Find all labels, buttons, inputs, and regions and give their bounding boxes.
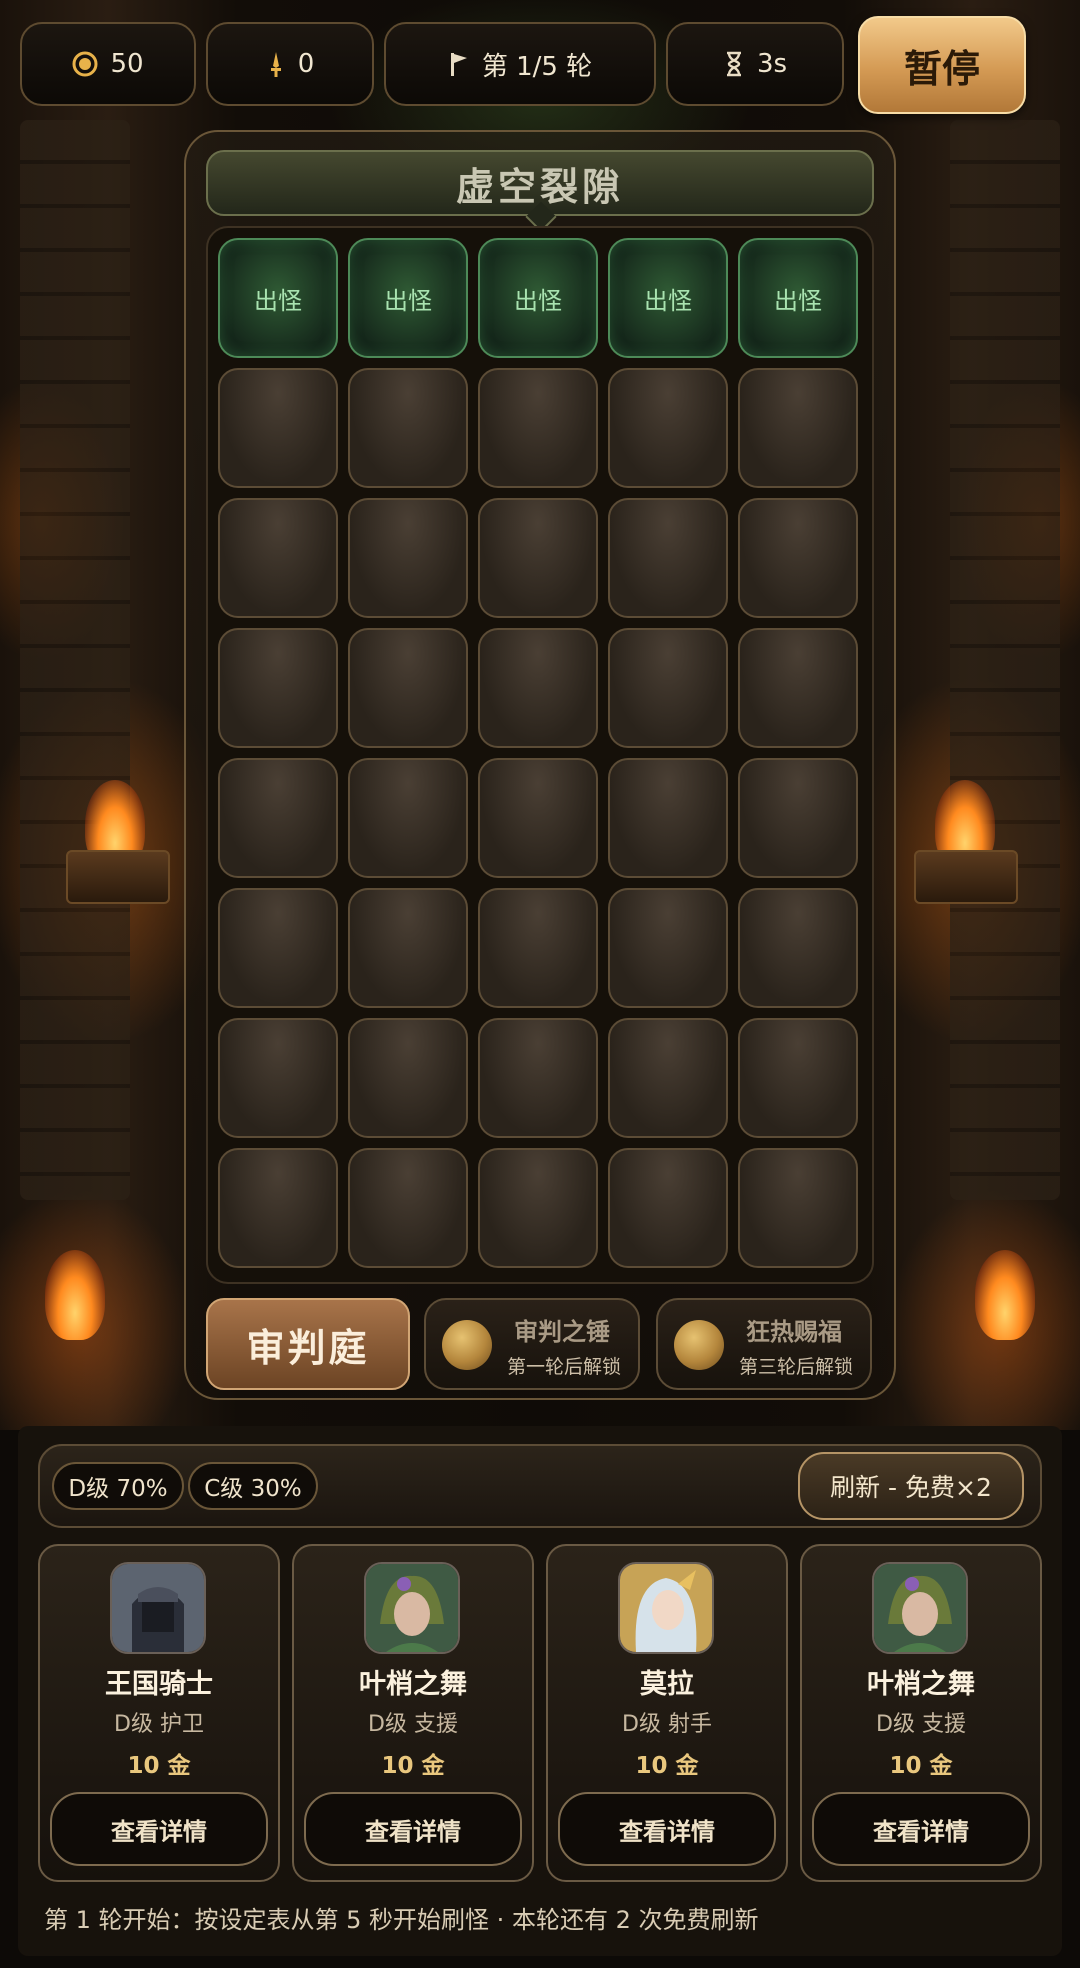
sword-icon	[270, 52, 281, 77]
status-message: 第 1 轮开始：按设定表从第 5 秒开始刷怪 · 本轮还有 2 次免费刷新	[44, 1906, 759, 1934]
skill-name: 狂热赐福	[746, 1318, 842, 1346]
view-details-button[interactable]: 查看详情	[812, 1792, 1030, 1866]
hero-cost: 10 金	[381, 1753, 445, 1779]
grid-cell[interactable]	[218, 368, 338, 488]
skill-orb-icon	[674, 1320, 724, 1370]
spawn-cell[interactable]: 出怪	[348, 238, 468, 358]
spawn-cell[interactable]: 出怪	[738, 238, 858, 358]
left-pillar	[20, 120, 130, 1200]
grid-cell[interactable]	[218, 758, 338, 878]
hero-role: D级 支援	[368, 1712, 458, 1737]
archer-portrait-icon	[618, 1562, 714, 1654]
grid-cell[interactable]	[348, 368, 468, 488]
grid-cell[interactable]	[608, 1018, 728, 1138]
court-button[interactable]: 审判庭	[206, 1298, 410, 1390]
grid-cell[interactable]	[478, 498, 598, 618]
skill-name: 审判之锤	[514, 1318, 610, 1346]
hero-card[interactable]: 叶梢之舞 D级 支援 10 金 查看详情	[292, 1544, 534, 1882]
grid-cell[interactable]	[478, 1018, 598, 1138]
grid-cell[interactable]	[218, 888, 338, 1008]
refresh-button[interactable]: 刷新 - 免费×2	[798, 1452, 1024, 1520]
hero-role: D级 护卫	[114, 1712, 204, 1737]
left-brazier	[66, 850, 170, 904]
grid-cell[interactable]	[478, 368, 598, 488]
grid-cell[interactable]	[608, 1148, 728, 1268]
right-lower-flame	[975, 1250, 1035, 1340]
odds-badge-c: C级 30%	[188, 1462, 318, 1510]
grid-cell[interactable]	[738, 1018, 858, 1138]
elf-dancer-portrait-icon	[872, 1562, 968, 1654]
skill-blessing-button[interactable]: 狂热赐福 第三轮后解锁	[656, 1298, 872, 1390]
grid-cell[interactable]	[218, 628, 338, 748]
skill-unlock-hint: 第一轮后解锁	[506, 1356, 621, 1378]
round-value: 第 1/5 轮	[481, 51, 593, 82]
gold-counter: 50	[20, 22, 196, 106]
hero-cost: 10 金	[889, 1753, 953, 1779]
odds-badge-d: D级 70%	[52, 1462, 184, 1510]
grid-cell[interactable]	[608, 888, 728, 1008]
round-indicator: 第 1/5 轮	[384, 22, 656, 106]
spawn-cell[interactable]: 出怪	[218, 238, 338, 358]
view-details-button[interactable]: 查看详情	[50, 1792, 268, 1866]
attack-counter: 0	[206, 22, 374, 106]
hero-card[interactable]: 叶梢之舞 D级 支援 10 金 查看详情	[800, 1544, 1042, 1882]
gold-value: 50	[110, 49, 144, 79]
grid-cell[interactable]	[608, 758, 728, 878]
hero-card[interactable]: 莫拉 D级 射手 10 金 查看详情	[546, 1544, 788, 1882]
hero-cost: 10 金	[127, 1753, 191, 1779]
grid-cell[interactable]	[478, 1148, 598, 1268]
grid-cell[interactable]	[608, 498, 728, 618]
hourglass-icon	[726, 51, 741, 77]
grid-cell[interactable]	[478, 628, 598, 748]
pause-button[interactable]: 暂停	[858, 16, 1026, 114]
hero-name: 莫拉	[640, 1669, 694, 1700]
grid-cell[interactable]	[348, 1148, 468, 1268]
timer-value: 3s	[756, 49, 788, 79]
right-pillar	[950, 120, 1060, 1200]
view-details-button[interactable]: 查看详情	[304, 1792, 522, 1866]
grid-cell[interactable]	[348, 888, 468, 1008]
grid-cell[interactable]	[608, 628, 728, 748]
grid-cell[interactable]	[218, 1018, 338, 1138]
grid-cell[interactable]	[738, 758, 858, 878]
elf-dancer-portrait-icon	[364, 1562, 460, 1654]
grid-cell[interactable]	[348, 628, 468, 748]
attack-value: 0	[297, 49, 315, 79]
timer-indicator: 3s	[666, 22, 844, 106]
grid-cell[interactable]	[738, 368, 858, 488]
grid-cell[interactable]	[348, 758, 468, 878]
hero-name: 叶梢之舞	[359, 1669, 467, 1700]
coin-icon	[72, 51, 98, 77]
skill-unlock-hint: 第三轮后解锁	[738, 1356, 853, 1378]
grid-cell[interactable]	[738, 1148, 858, 1268]
grid-cell[interactable]	[348, 1018, 468, 1138]
grid-cell[interactable]	[608, 368, 728, 488]
grid-cell[interactable]	[218, 498, 338, 618]
skill-orb-icon	[442, 1320, 492, 1370]
spawn-cell[interactable]: 出怪	[478, 238, 598, 358]
hero-name: 叶梢之舞	[867, 1669, 975, 1700]
hero-role: D级 射手	[622, 1712, 712, 1737]
knight-portrait-icon	[110, 1562, 206, 1654]
right-brazier	[914, 850, 1018, 904]
grid-cell[interactable]	[218, 1148, 338, 1268]
stage-title: 虚空裂隙	[206, 150, 874, 216]
view-details-button[interactable]: 查看详情	[558, 1792, 776, 1866]
grid-cell[interactable]	[348, 498, 468, 618]
hero-card[interactable]: 王国骑士 D级 护卫 10 金 查看详情	[38, 1544, 280, 1882]
spawn-cell[interactable]: 出怪	[608, 238, 728, 358]
flag-icon	[450, 53, 467, 76]
grid-cell[interactable]	[738, 628, 858, 748]
battle-grid: 出怪 出怪 出怪 出怪 出怪	[206, 226, 874, 1284]
hero-cost: 10 金	[635, 1753, 699, 1779]
skill-hammer-button[interactable]: 审判之锤 第一轮后解锁	[424, 1298, 640, 1390]
left-lower-flame	[45, 1250, 105, 1340]
hero-role: D级 支援	[876, 1712, 966, 1737]
grid-cell[interactable]	[478, 888, 598, 1008]
hero-name: 王国骑士	[105, 1669, 213, 1700]
grid-cell[interactable]	[738, 888, 858, 1008]
grid-cell[interactable]	[738, 498, 858, 618]
grid-cell[interactable]	[478, 758, 598, 878]
